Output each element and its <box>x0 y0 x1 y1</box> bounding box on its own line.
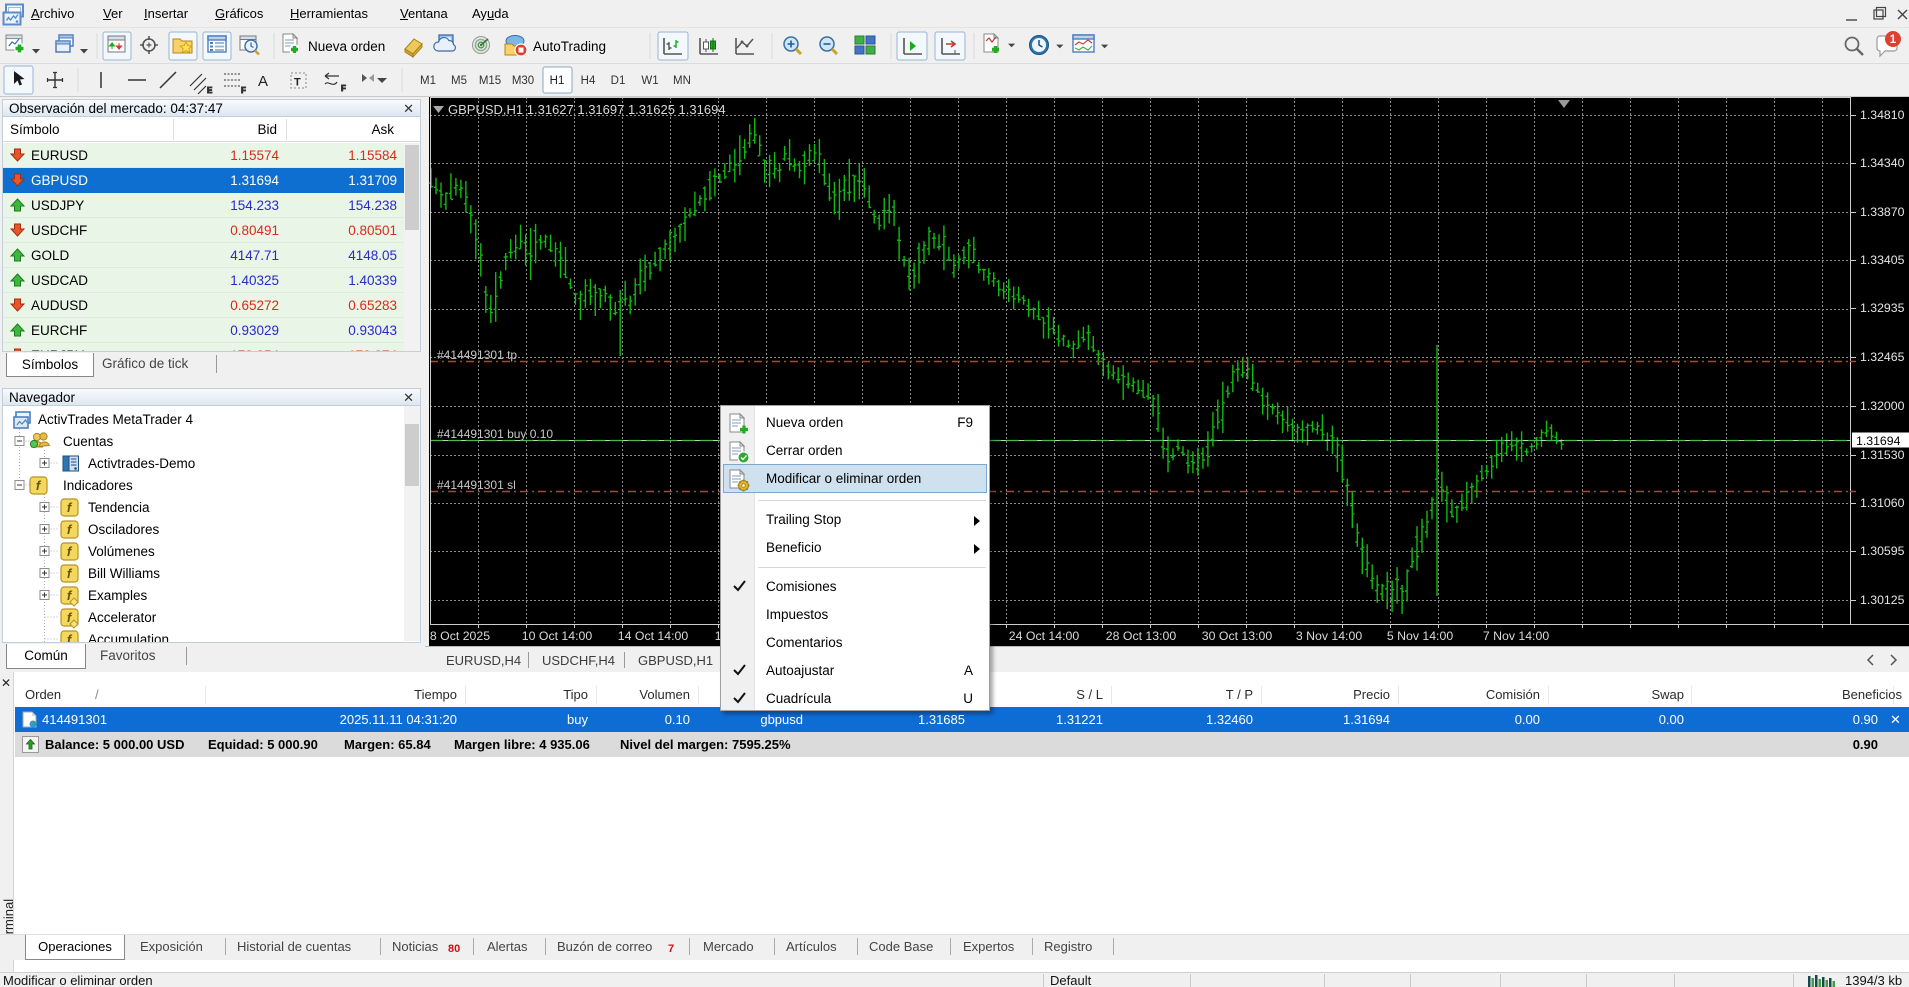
svg-text:1.30125: 1.30125 <box>1860 593 1905 607</box>
svg-text:1.34340: 1.34340 <box>1860 156 1905 170</box>
svg-text:F: F <box>241 86 246 95</box>
svg-text:1.33870: 1.33870 <box>1860 205 1905 219</box>
svg-text:M30: M30 <box>512 75 534 87</box>
svg-text:Cuentas: Cuentas <box>63 434 114 449</box>
svg-text:M15: M15 <box>479 75 501 87</box>
svg-text:30 Oct 13:00: 30 Oct 13:00 <box>1202 629 1273 643</box>
svg-text:AutoTrading: AutoTrading <box>533 39 606 54</box>
svg-text:1.32465: 1.32465 <box>1860 350 1905 364</box>
svg-text:1.31060: 1.31060 <box>1860 496 1905 510</box>
svg-text:Tendencia: Tendencia <box>88 500 150 515</box>
svg-text:M5: M5 <box>451 75 467 87</box>
svg-text:1.30595: 1.30595 <box>1860 544 1905 558</box>
svg-text:MN: MN <box>673 75 691 87</box>
svg-text:Volúmenes: Volúmenes <box>88 544 155 559</box>
svg-text:Examples: Examples <box>88 588 148 603</box>
svg-text:W1: W1 <box>641 75 658 87</box>
svg-text:Accumulation: Accumulation <box>88 632 169 643</box>
svg-text:14 Oct 14:00: 14 Oct 14:00 <box>618 629 689 643</box>
svg-text:D1: D1 <box>611 75 626 87</box>
svg-text:H4: H4 <box>581 75 596 87</box>
svg-text:1.32000: 1.32000 <box>1860 399 1905 413</box>
svg-text:E: E <box>207 86 213 95</box>
svg-text:Activtrades-Demo: Activtrades-Demo <box>88 456 195 471</box>
svg-text:GBPUSD,H1 1.31627 1.31697 1.3: GBPUSD,H1 1.31627 1.31697 1.31625 1.3169… <box>448 102 726 117</box>
svg-text:1: 1 <box>1890 34 1897 46</box>
svg-text:Osciladores: Osciladores <box>88 522 160 537</box>
svg-text:1.31694: 1.31694 <box>1856 434 1901 448</box>
svg-text:Accelerator: Accelerator <box>88 610 157 625</box>
svg-text:#414491301 tp: #414491301 tp <box>437 348 517 362</box>
svg-text:1.33405: 1.33405 <box>1860 253 1905 267</box>
svg-text:Indicadores: Indicadores <box>63 478 133 493</box>
svg-text:28 Oct 13:00: 28 Oct 13:00 <box>1106 629 1177 643</box>
svg-text:#414491301 buy 0.10: #414491301 buy 0.10 <box>437 427 553 441</box>
svg-text:M1: M1 <box>420 75 436 87</box>
svg-text:Bill Williams: Bill Williams <box>88 566 160 581</box>
svg-text:#414491301 sl: #414491301 sl <box>437 478 516 492</box>
svg-text:F: F <box>341 84 346 93</box>
svg-text:1.31530: 1.31530 <box>1860 448 1905 462</box>
svg-text:Nueva orden: Nueva orden <box>308 39 385 54</box>
svg-text:3 Nov 14:00: 3 Nov 14:00 <box>1296 629 1362 643</box>
svg-text:H1: H1 <box>550 75 565 87</box>
svg-text:A: A <box>258 73 268 90</box>
svg-text:ActivTrades MetaTrader 4: ActivTrades MetaTrader 4 <box>38 412 194 427</box>
svg-text:24 Oct 14:00: 24 Oct 14:00 <box>1009 629 1080 643</box>
svg-text:5 Nov 14:00: 5 Nov 14:00 <box>1387 629 1453 643</box>
svg-text:1.34810: 1.34810 <box>1860 108 1905 122</box>
svg-text:1.32935: 1.32935 <box>1860 301 1905 315</box>
svg-text:8 Oct 2025: 8 Oct 2025 <box>430 629 490 643</box>
svg-text:10 Oct 14:00: 10 Oct 14:00 <box>522 629 593 643</box>
svg-text:T: T <box>294 77 301 89</box>
svg-text:7 Nov 14:00: 7 Nov 14:00 <box>1483 629 1549 643</box>
